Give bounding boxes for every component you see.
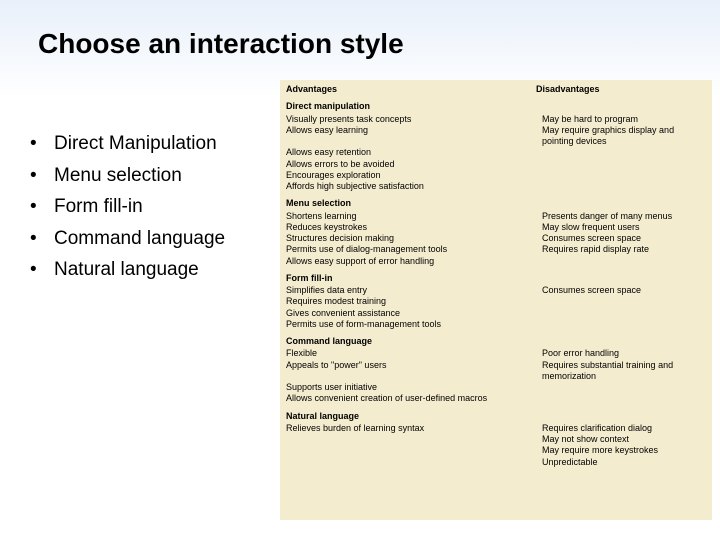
list-item: Command language — [24, 225, 264, 253]
list-item: Menu selection — [24, 162, 264, 190]
slide: Choose an interaction style Direct Manip… — [0, 0, 720, 540]
group-command-language: Command language FlexiblePoor error hand… — [286, 336, 702, 405]
page-title: Choose an interaction style — [38, 28, 404, 60]
header-advantages: Advantages — [286, 84, 536, 95]
group-form-fillin: Form fill-in Simplifies data entryConsum… — [286, 273, 702, 330]
group-direct-manipulation: Direct manipulation Visually presents ta… — [286, 101, 702, 192]
left-column: Direct Manipulation Menu selection Form … — [24, 130, 264, 288]
header-disadvantages: Disadvantages — [536, 84, 702, 95]
group-natural-language: Natural language Relieves burden of lear… — [286, 411, 702, 468]
list-item: Form fill-in — [24, 193, 264, 221]
comparison-table: Advantages Disadvantages Direct manipula… — [280, 80, 712, 520]
list-item: Natural language — [24, 256, 264, 284]
group-menu-selection: Menu selection Shortens learningPresents… — [286, 198, 702, 267]
table-header-row: Advantages Disadvantages — [286, 84, 702, 95]
style-list: Direct Manipulation Menu selection Form … — [24, 130, 264, 284]
list-item: Direct Manipulation — [24, 130, 264, 158]
